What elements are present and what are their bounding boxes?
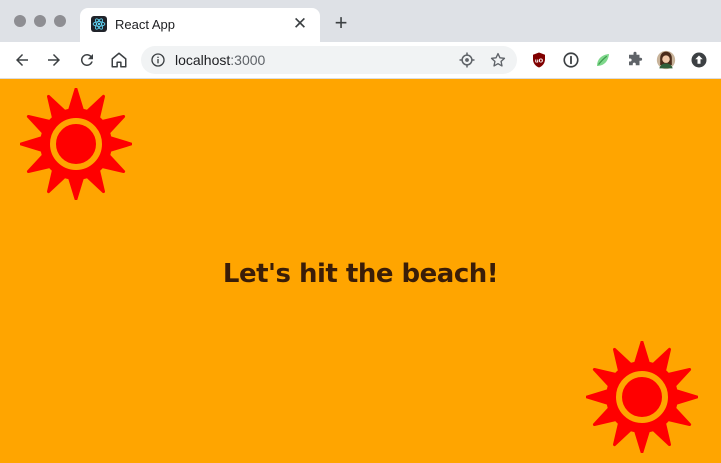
leaf-icon: [597, 54, 609, 66]
new-tab-button[interactable]: +: [330, 12, 352, 34]
arrow-right-icon: [48, 54, 60, 66]
info-icon[interactable]: [150, 52, 166, 68]
browser-toolbar: localhost:3000 uO: [0, 42, 721, 79]
reload-icon: [80, 53, 93, 66]
arrow-left-icon: [16, 54, 28, 66]
svg-text:uO: uO: [535, 58, 544, 64]
sun-ray: [586, 388, 611, 406]
puzzle-icon: [629, 51, 643, 66]
sun-ray: [67, 88, 85, 113]
home-icon: [111, 52, 127, 68]
sun-ray: [633, 341, 651, 366]
page-heading: Let's hit the beach!: [222, 259, 499, 289]
ublock-origin-icon[interactable]: uO: [529, 50, 549, 70]
avatar-icon: [656, 50, 676, 70]
ublock-shield-icon: uO: [533, 52, 545, 68]
onepassword-icon[interactable]: [561, 50, 581, 70]
maximize-window-button[interactable]: [54, 15, 66, 27]
sun-ring: [50, 118, 102, 170]
address-bar[interactable]: localhost:3000: [141, 46, 517, 74]
home-button[interactable]: [107, 48, 131, 72]
sun-ring: [616, 371, 668, 423]
close-tab-icon[interactable]: ✕: [290, 14, 310, 34]
sun-ray: [67, 175, 85, 200]
forward-button[interactable]: [42, 48, 66, 72]
url-port: :3000: [230, 52, 266, 68]
password-manager-icon: [563, 52, 579, 68]
sun-icon: [586, 341, 698, 453]
reload-button[interactable]: [75, 48, 99, 72]
react-logo-icon: [91, 16, 107, 32]
sun-ray: [107, 135, 132, 153]
update-arrow-icon[interactable]: [689, 50, 709, 70]
sun-icon: [20, 88, 132, 200]
profile-avatar[interactable]: [656, 50, 676, 70]
url-text[interactable]: localhost:3000: [175, 52, 265, 68]
url-host: localhost: [175, 52, 231, 68]
leaf-extension-icon[interactable]: [593, 50, 613, 70]
chrome-update-icon: [691, 52, 707, 68]
back-button[interactable]: [10, 48, 34, 72]
tab-title: React App: [115, 17, 175, 32]
browser-window: React App ✕ + localhost:3000 uO Let's hi…: [0, 0, 721, 463]
sun-ray: [633, 428, 651, 453]
close-window-button[interactable]: [14, 15, 26, 27]
puzzle-extensions-icon[interactable]: [625, 50, 645, 70]
tab-react-app[interactable]: React App ✕: [80, 8, 320, 42]
page-viewport: Let's hit the beach!: [0, 79, 721, 463]
sun-ray: [673, 388, 698, 406]
star-icon[interactable]: [489, 51, 507, 69]
tab-strip: React App ✕ +: [0, 0, 721, 42]
minimize-window-button[interactable]: [34, 15, 46, 27]
location-target-icon[interactable]: [458, 51, 476, 69]
sun-ray: [20, 135, 45, 153]
